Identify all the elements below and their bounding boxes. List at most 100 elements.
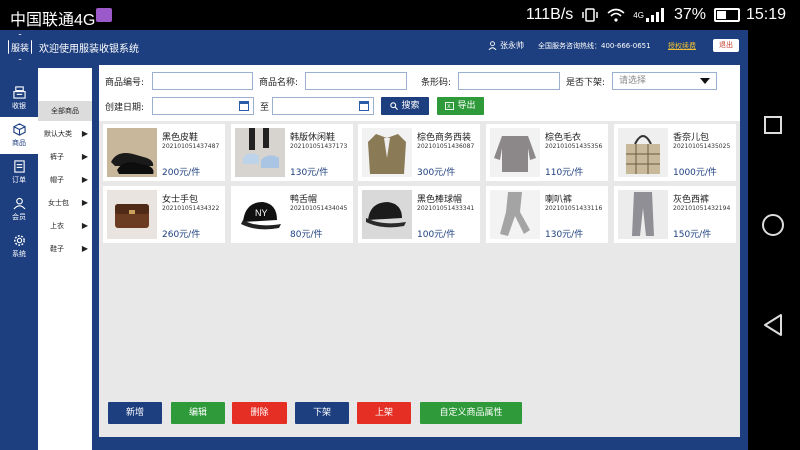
signal-icon bbox=[645, 8, 666, 22]
list-button[interactable]: 上架 bbox=[357, 402, 411, 424]
product-card[interactable]: NY 鸭舌帽 202101051434045 80元/件 bbox=[231, 186, 353, 243]
left-nav: 收银 商品 订单 会员 系统 bbox=[0, 80, 38, 440]
nav-system-label: 系统 bbox=[12, 250, 26, 258]
home-button[interactable] bbox=[762, 214, 784, 236]
product-card[interactable]: 黑色皮鞋 202101051437487 200元/件 bbox=[103, 124, 225, 181]
product-card[interactable]: 黑色棒球帽 202101051433341 100元/件 bbox=[358, 186, 480, 243]
category-item[interactable]: 帽子 ▶ bbox=[38, 168, 92, 191]
arrow-right-icon: ▶ bbox=[81, 175, 88, 184]
product-name: 灰色西裤 bbox=[673, 195, 710, 205]
arrow-right-icon: ▶ bbox=[81, 244, 88, 253]
product-name-input[interactable] bbox=[305, 72, 407, 90]
start-date-input[interactable] bbox=[152, 97, 254, 115]
search-button[interactable]: 搜索 bbox=[381, 97, 429, 115]
category-item[interactable]: 上衣 ▶ bbox=[38, 214, 92, 237]
category-label: 女士包 bbox=[48, 198, 69, 207]
product-code: 202101051435356 bbox=[545, 143, 603, 150]
category-item[interactable]: 默认大类 ▶ bbox=[38, 122, 92, 145]
product-card[interactable]: 韩版休闲鞋 202101051437173 130元/件 bbox=[231, 124, 353, 181]
export-button[interactable]: X 导出 bbox=[437, 97, 484, 115]
service-hotline: 全国服务咨询热线：400-666-0651 bbox=[538, 42, 651, 50]
product-price: 130元/件 bbox=[290, 168, 329, 178]
recents-button[interactable] bbox=[764, 116, 782, 134]
product-card[interactable]: 棕色商务西装 202101051436087 300元/件 bbox=[358, 124, 480, 181]
user-info[interactable]: 张永帅 bbox=[488, 40, 524, 51]
custom-attribute-button[interactable]: 自定义商品属性 bbox=[420, 402, 522, 424]
category-item[interactable]: 女士包 ▶ bbox=[38, 191, 92, 214]
category-label: 裤子 bbox=[50, 152, 64, 161]
net-speed: 111B/s bbox=[525, 6, 574, 23]
main-panel: 商品编号: 商品名称: 条形码: 是否下架: 请选择 创建日期: 至 搜索 X … bbox=[99, 65, 740, 437]
arrow-right-icon: ▶ bbox=[81, 198, 88, 207]
casual-shoes-image bbox=[235, 128, 285, 177]
barcode-input[interactable] bbox=[458, 72, 560, 90]
order-icon bbox=[13, 160, 25, 173]
to-label: 至 bbox=[260, 103, 270, 113]
license-renew-link[interactable]: 授权续费 bbox=[668, 41, 696, 51]
gear-icon bbox=[13, 235, 25, 246]
calendar-icon[interactable] bbox=[239, 101, 249, 111]
product-card[interactable]: 喇叭裤 202101051433116 130元/件 bbox=[486, 186, 608, 243]
tote-bag-image bbox=[618, 128, 668, 177]
svg-text:X: X bbox=[448, 104, 452, 110]
product-price: 130元/件 bbox=[545, 230, 584, 240]
product-card[interactable]: 女士手包 202101051434322 260元/件 bbox=[103, 186, 225, 243]
category-item[interactable]: 鞋子 ▶ bbox=[38, 237, 92, 260]
suit-image bbox=[362, 128, 412, 177]
search-button-label: 搜索 bbox=[401, 101, 420, 111]
export-button-label: 导出 bbox=[457, 101, 476, 111]
calendar-icon[interactable] bbox=[359, 101, 369, 111]
carrier-label: 中国联通4G bbox=[10, 12, 96, 29]
search-icon bbox=[390, 102, 399, 110]
end-date-input[interactable] bbox=[272, 97, 374, 115]
nav-members[interactable]: 会员 bbox=[0, 191, 38, 228]
category-label: 鞋子 bbox=[50, 244, 64, 253]
flare-pants-image bbox=[490, 190, 540, 239]
android-nav-bar bbox=[748, 30, 800, 450]
product-code: 202101051435025 bbox=[673, 143, 731, 150]
product-name: 喇叭裤 bbox=[545, 195, 573, 205]
product-price: 300元/件 bbox=[417, 168, 456, 178]
app-window: 服装 欢迎使用服装收银系统 张永帅 全国服务咨询热线：400-666-0651 … bbox=[0, 30, 748, 450]
category-item[interactable]: 裤子 ▶ bbox=[38, 145, 92, 168]
product-card[interactable]: 香奈儿包 202101051435025 1000元/件 bbox=[614, 124, 736, 181]
nav-orders[interactable]: 订单 bbox=[0, 154, 38, 191]
handbag-image bbox=[107, 190, 157, 239]
logo: 服装 bbox=[8, 34, 32, 60]
nav-system[interactable]: 系统 bbox=[0, 228, 38, 265]
nav-products[interactable]: 商品 bbox=[0, 117, 38, 154]
status-indicators: 111B/s 4G 37% bbox=[526, 6, 740, 24]
grey-trousers-image bbox=[618, 190, 668, 239]
add-button[interactable]: 新增 bbox=[108, 402, 162, 424]
product-price: 80元/件 bbox=[290, 230, 323, 240]
edit-button[interactable]: 编辑 bbox=[171, 402, 225, 424]
product-name: 香奈儿包 bbox=[673, 133, 710, 143]
nav-products-label: 商品 bbox=[12, 139, 26, 147]
unlist-button[interactable]: 下架 bbox=[295, 402, 349, 424]
product-price: 150元/件 bbox=[673, 230, 712, 240]
barcode-label: 条形码: bbox=[421, 78, 452, 88]
product-card[interactable]: 棕色毛衣 202101051435356 110元/件 bbox=[486, 124, 608, 181]
category-label: 上衣 bbox=[50, 221, 64, 230]
product-name: 黑色皮鞋 bbox=[162, 133, 199, 143]
product-code: 202101051433116 bbox=[545, 205, 603, 212]
arrow-right-icon: ▶ bbox=[81, 221, 88, 230]
product-price: 110元/件 bbox=[545, 168, 584, 178]
register-icon bbox=[12, 86, 26, 99]
category-all[interactable]: 全部商品 bbox=[38, 101, 92, 121]
logout-button[interactable]: 退出 bbox=[713, 39, 739, 52]
product-no-label: 商品编号: bbox=[105, 78, 145, 88]
delete-button[interactable]: 删除 bbox=[232, 402, 287, 424]
category-label: 默认大类 bbox=[44, 129, 72, 138]
product-no-input[interactable] bbox=[152, 72, 253, 90]
black-cap-image bbox=[362, 190, 412, 239]
svg-text:NY: NY bbox=[255, 208, 268, 218]
listed-select[interactable]: 请选择 bbox=[612, 72, 717, 90]
product-code: 202101051432194 bbox=[673, 205, 731, 212]
back-button[interactable] bbox=[762, 313, 784, 337]
product-name: 棕色商务西装 bbox=[417, 133, 472, 143]
product-code: 202101051434322 bbox=[162, 205, 220, 212]
product-card[interactable]: 灰色西裤 202101051432194 150元/件 bbox=[614, 186, 736, 243]
nav-cashier[interactable]: 收银 bbox=[0, 80, 38, 117]
product-name: 女士手包 bbox=[162, 195, 199, 205]
